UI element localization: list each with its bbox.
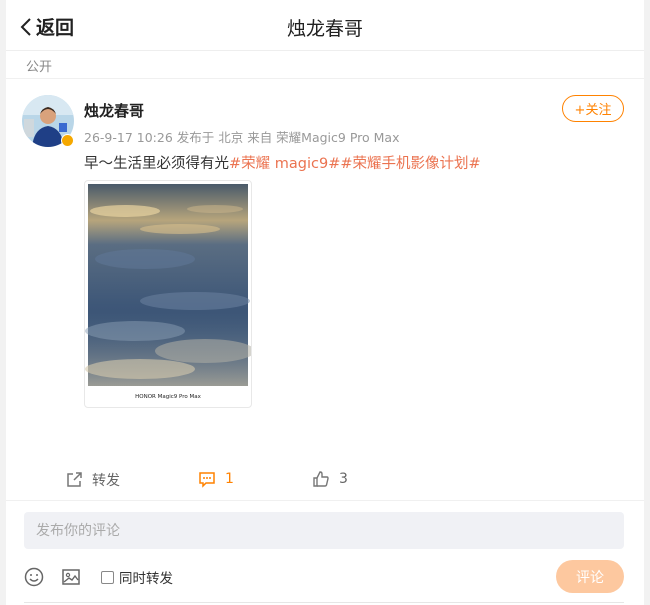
- like-count: 3: [339, 471, 348, 487]
- action-bar: 转发 1 3: [6, 470, 644, 492]
- repost-button[interactable]: 转发: [65, 470, 120, 490]
- page-title: 烛龙春哥: [286, 18, 363, 40]
- repost-label: 转发: [92, 473, 120, 489]
- visibility-label: 公开: [26, 60, 53, 75]
- post-content: 早～生活里必须得有光#荣耀 magic9##荣耀手机影像计划#: [84, 152, 481, 173]
- like-button[interactable]: 3: [312, 470, 348, 488]
- divider: [6, 78, 644, 79]
- verified-badge-icon: [61, 134, 74, 147]
- comment-composer: 同时转发 评论: [6, 500, 644, 605]
- follow-button[interactable]: +关注: [562, 95, 624, 122]
- comment-count: 1: [225, 471, 234, 487]
- comment-icon: [199, 472, 215, 488]
- comment-input[interactable]: [24, 512, 624, 549]
- share-icon: [67, 472, 82, 487]
- submit-comment-button[interactable]: 评论: [556, 560, 624, 593]
- top-bar: 返回 烛龙春哥: [6, 0, 644, 51]
- post-text: 早～生活里必须得有光: [84, 156, 229, 172]
- photo-watermark: HONOR Magic9 Pro Max: [135, 394, 201, 400]
- divider: [24, 602, 624, 603]
- repost-checkbox[interactable]: [101, 570, 114, 584]
- post-photo[interactable]: HONOR Magic9 Pro Max: [84, 180, 252, 408]
- hashtag-link[interactable]: #荣耀手机影像计划#: [340, 156, 480, 172]
- weibo-post-page: 返回 烛龙春哥 公开 烛龙春哥 26-9-17 10:26 发布于 北京 来自 …: [6, 0, 644, 605]
- emoji-icon[interactable]: [24, 567, 44, 587]
- post-meta: 26-9-17 10:26 发布于 北京 来自 荣耀Magic9 Pro Max: [84, 130, 400, 145]
- image-icon[interactable]: [61, 567, 81, 587]
- author-name[interactable]: 烛龙春哥: [84, 100, 144, 121]
- composer-tools: 同时转发: [24, 567, 173, 587]
- repost-checkbox-label: 同时转发: [119, 571, 173, 587]
- comment-button[interactable]: 1: [198, 470, 234, 488]
- hashtag-link[interactable]: #荣耀 magic9#: [229, 156, 340, 172]
- sky-clouds-image: [85, 184, 251, 386]
- thumbs-up-icon: [313, 471, 329, 487]
